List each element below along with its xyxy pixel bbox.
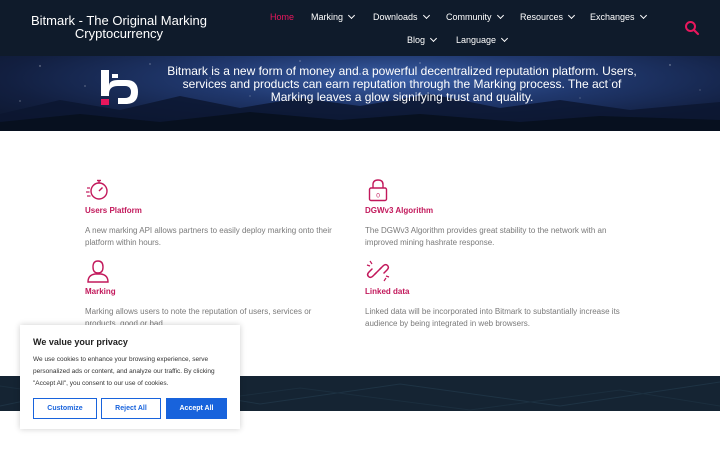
- chevron-down-icon: [347, 11, 356, 20]
- bitmark-logo-icon: [101, 70, 138, 105]
- svg-text:0: 0: [376, 193, 380, 200]
- chevron-down-icon: [501, 34, 509, 43]
- feature-description: The DGWv3 Algorithm provides great stabi…: [365, 226, 607, 247]
- user-icon: [87, 260, 109, 283]
- lock-icon: 0: [368, 179, 388, 202]
- feature-title: Users Platform: [85, 206, 142, 215]
- search-icon[interactable]: [684, 20, 700, 36]
- feature-title: Marking: [85, 287, 116, 296]
- accept-all-button[interactable]: Accept All: [166, 398, 227, 419]
- nav-item-language[interactable]: Language: [456, 34, 509, 45]
- feature-title: DGWv3 Algorithm: [365, 206, 434, 215]
- link-icon: [366, 260, 390, 282]
- chevron-down-icon: [567, 11, 576, 20]
- nav-item-resources[interactable]: Resources: [520, 11, 576, 22]
- cookie-title: We value your privacy: [33, 337, 128, 347]
- stopwatch-icon: [86, 179, 108, 200]
- site-brand[interactable]: Bitmark - The Original Marking Cryptocur…: [24, 14, 214, 40]
- chevron-down-icon: [429, 34, 438, 43]
- cookie-text: We use cookies to enhance your browsing …: [33, 356, 215, 387]
- nav-item-downloads[interactable]: Downloads: [373, 11, 430, 22]
- nav-item-home[interactable]: Home: [270, 12, 294, 22]
- site-header: Bitmark - The Original Marking Cryptocur…: [0, 0, 720, 56]
- feature-description: Linked data will be incorporated into Bi…: [365, 307, 620, 328]
- nav-item-community[interactable]: Community: [446, 11, 504, 22]
- cookie-consent-dialog: We value your privacy We use cookies to …: [20, 325, 240, 429]
- nav-item-blog[interactable]: Blog: [407, 34, 438, 45]
- reject-all-button[interactable]: Reject All: [101, 398, 161, 419]
- customize-button[interactable]: Customize: [33, 398, 97, 419]
- main-nav: Home Marking Downloads Community Resourc…: [256, 0, 666, 56]
- chevron-down-icon: [639, 11, 647, 20]
- chevron-down-icon: [496, 11, 504, 20]
- nav-item-marking[interactable]: Marking: [311, 11, 356, 22]
- chevron-down-icon: [422, 11, 430, 20]
- hero-banner: Bitmark is a new form of money and a pow…: [0, 56, 720, 131]
- feature-title: Linked data: [365, 287, 410, 296]
- hero-description: Bitmark is a new form of money and a pow…: [167, 64, 637, 104]
- nav-item-exchanges[interactable]: Exchanges: [590, 11, 647, 22]
- feature-description: A new marking API allows partners to eas…: [85, 226, 332, 247]
